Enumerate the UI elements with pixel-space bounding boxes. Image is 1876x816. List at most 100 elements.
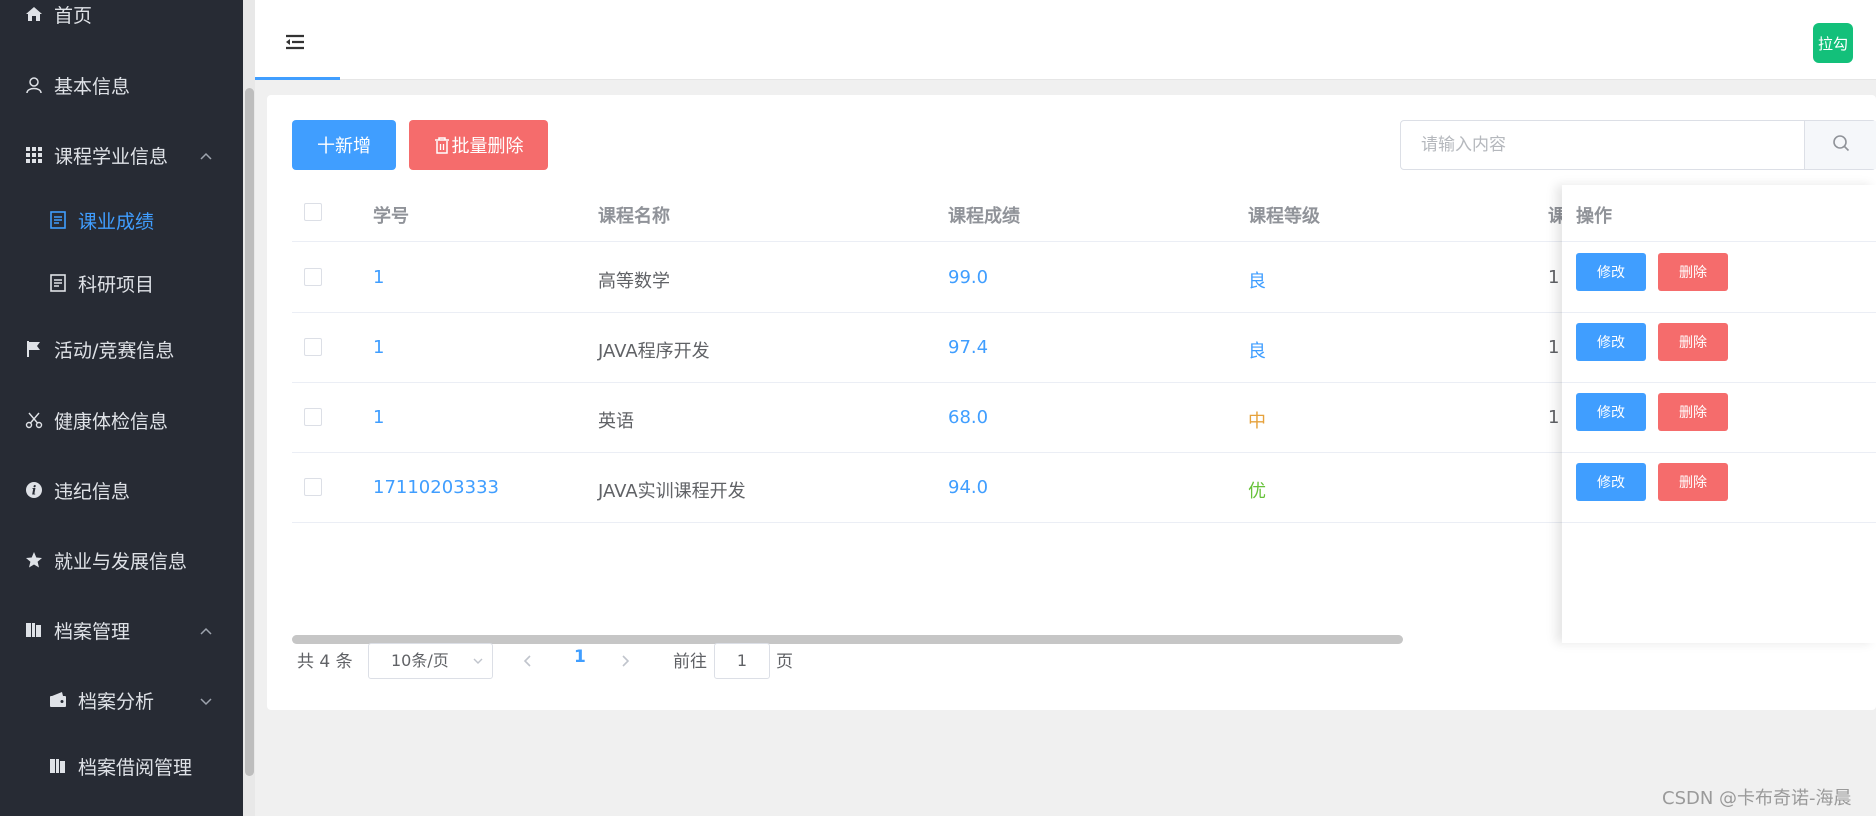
column-header-course-name[interactable]: 课程名称 <box>598 202 670 228</box>
search-button[interactable] <box>1804 121 1876 169</box>
cell-score: 68.0 <box>948 407 989 428</box>
search-input[interactable] <box>1401 121 1804 169</box>
row-divider <box>1562 241 1876 242</box>
delete-button[interactable]: 删除 <box>1658 393 1728 431</box>
star-icon <box>24 550 44 570</box>
sidebar-item-archive-borrow[interactable]: 档案借阅管理 <box>0 741 243 791</box>
page-size-select[interactable]: 10条/页 <box>368 643 493 679</box>
delete-button[interactable]: 删除 <box>1658 463 1728 501</box>
sidebar-item-label: 档案分析 <box>78 690 155 713</box>
content-card: 十新增 批量删除 学号 课程名称 课程成绩 课程等级 课 1 高等数学 99.0… <box>267 95 1876 710</box>
sidebar-item-course-info[interactable]: 课程学业信息 <box>0 130 243 180</box>
sidebar-item-course-grades[interactable]: 课业成绩 <box>0 195 243 245</box>
wallet-icon <box>48 690 68 710</box>
next-page-icon[interactable] <box>619 653 631 672</box>
sidebar-item-label: 违纪信息 <box>54 480 131 503</box>
pagination-current-page[interactable]: 1 <box>574 647 586 667</box>
delete-button[interactable]: 删除 <box>1658 253 1728 291</box>
edit-button[interactable]: 修改 <box>1576 253 1646 291</box>
pagination-goto-input[interactable]: 1 <box>714 643 770 679</box>
cell-course-name: JAVA程序开发 <box>598 341 710 362</box>
delete-button-label: 删除 <box>1679 335 1707 351</box>
delete-button-label: 删除 <box>1679 405 1707 421</box>
cell-grade: 良 <box>1248 271 1266 292</box>
sidebar: 首页 基本信息 课程学业信息 课业成绩 科研项目 活动/竞赛信息 健康体检信息 … <box>0 0 243 816</box>
cell-grade: 良 <box>1248 341 1266 362</box>
delete-button[interactable]: 删除 <box>1658 323 1728 361</box>
add-button-label: 十新增 <box>317 136 371 157</box>
row-divider <box>1562 522 1876 523</box>
sidebar-item-label: 科研项目 <box>78 273 155 296</box>
row-checkbox[interactable] <box>304 408 322 426</box>
cell-course-name: JAVA实训课程开发 <box>598 481 746 502</box>
sidebar-item-discipline[interactable]: i 违纪信息 <box>0 465 243 515</box>
avatar[interactable]: 拉勾 <box>1813 23 1853 63</box>
chevron-up-icon <box>199 621 213 643</box>
edit-button-label: 修改 <box>1597 405 1625 421</box>
cell-student-id: 1 <box>373 337 385 358</box>
edit-button[interactable]: 修改 <box>1576 393 1646 431</box>
sidebar-item-research[interactable]: 科研项目 <box>0 258 243 308</box>
sidebar-item-home[interactable]: 首页 <box>0 0 243 39</box>
cell-student-id: 17110203333 <box>373 477 499 498</box>
column-header-course-score[interactable]: 课程成绩 <box>948 202 1020 228</box>
trash-icon <box>434 136 450 154</box>
cell-score: 94.0 <box>948 477 989 498</box>
fixed-actions-column: 操作 修改 删除 修改 删除 修改 删除 修改 删除 <box>1562 185 1876 643</box>
sidebar-item-archive-analysis[interactable]: 档案分析 <box>0 675 243 725</box>
row-divider <box>1562 452 1876 453</box>
sidebar-item-archive[interactable]: 档案管理 <box>0 605 243 655</box>
chevron-down-icon <box>472 645 484 679</box>
home-icon <box>24 4 44 24</box>
row-checkbox[interactable] <box>304 478 322 496</box>
select-all-checkbox[interactable] <box>304 203 322 221</box>
sidebar-scrollbar-thumb[interactable] <box>245 88 254 776</box>
search-icon <box>1832 134 1850 156</box>
sidebar-item-health[interactable]: 健康体检信息 <box>0 395 243 445</box>
cell-extra: 1 <box>1548 267 1560 288</box>
user-icon <box>24 75 44 95</box>
batch-delete-button[interactable]: 批量删除 <box>409 120 548 170</box>
sidebar-item-label: 就业与发展信息 <box>54 550 188 573</box>
cell-student-id: 1 <box>373 407 385 428</box>
pagination-total: 共 4 条 <box>297 652 353 672</box>
sidebar-item-label: 活动/竞赛信息 <box>54 339 175 362</box>
page-size-value: 10条/页 <box>391 651 449 670</box>
scissors-icon <box>24 410 44 430</box>
edit-button-label: 修改 <box>1597 475 1625 491</box>
column-header-course-grade[interactable]: 课程等级 <box>1248 202 1320 228</box>
edit-button[interactable]: 修改 <box>1576 463 1646 501</box>
batch-delete-label: 批量删除 <box>451 136 524 157</box>
watermark: CSDN @卡布奇诺-海晨 <box>1662 788 1852 809</box>
avatar-text: 拉勾 <box>1817 34 1848 53</box>
sidebar-item-activities[interactable]: 活动/竞赛信息 <box>0 324 243 374</box>
grid-icon <box>24 145 44 165</box>
prev-page-icon[interactable] <box>522 653 534 672</box>
row-divider <box>1562 312 1876 313</box>
sidebar-item-label: 健康体检信息 <box>54 410 169 433</box>
add-button[interactable]: 十新增 <box>292 120 396 170</box>
pagination-page-suffix: 页 <box>776 652 793 672</box>
chevron-up-icon <box>199 146 213 168</box>
edit-button-label: 修改 <box>1597 335 1625 351</box>
sidebar-item-label: 档案管理 <box>54 620 131 643</box>
search-box <box>1400 120 1876 170</box>
row-checkbox[interactable] <box>304 338 322 356</box>
row-checkbox[interactable] <box>304 268 322 286</box>
edit-button-label: 修改 <box>1597 265 1625 281</box>
delete-button-label: 删除 <box>1679 265 1707 281</box>
sidebar-item-basic-info[interactable]: 基本信息 <box>0 60 243 110</box>
column-header-student-id[interactable]: 学号 <box>373 202 409 228</box>
sidebar-item-label: 课业成绩 <box>78 210 155 233</box>
edit-button[interactable]: 修改 <box>1576 323 1646 361</box>
pagination-goto-label: 前往 <box>673 652 707 672</box>
svg-text:i: i <box>32 484 37 498</box>
sidebar-item-employment[interactable]: 就业与发展信息 <box>0 535 243 585</box>
menu-fold-icon[interactable] <box>285 34 305 54</box>
folder-icon <box>48 756 68 776</box>
top-header: 拉勾 <box>255 0 1876 80</box>
cell-extra: 1 <box>1548 337 1560 358</box>
row-divider <box>1562 382 1876 383</box>
cell-grade: 优 <box>1248 481 1266 502</box>
chevron-down-icon <box>199 691 213 713</box>
